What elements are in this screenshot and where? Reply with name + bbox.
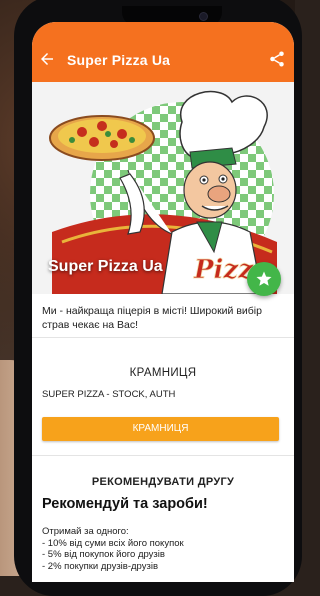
app-bar-title: Super Pizza Ua (67, 52, 171, 68)
favorite-button[interactable] (247, 262, 281, 296)
referral-line: - 5% від покупок його друзів (42, 549, 165, 560)
back-arrow-icon[interactable] (38, 50, 56, 68)
referral-headline: Рекомендуй та зароби! (42, 496, 208, 512)
star-icon (256, 271, 272, 286)
referral-line: - 2% покупки друзів-друзів (42, 560, 158, 572)
hero-title: Super Pizza Ua (48, 258, 163, 275)
app-screen: Super Pizza Ua Pizza Super Pizza Ua Ми -… (32, 22, 294, 582)
referral-line: - 10% від суми всіх його покупок (42, 537, 184, 549)
referral-line: Отримай за одного: (42, 526, 129, 537)
share-icon[interactable] (268, 50, 286, 68)
restaurant-description: Ми - найкраща піцерія в місті! Широкий в… (42, 305, 262, 331)
referral-heading: РЕКОМЕНДУВАТИ ДРУГУ (91, 476, 235, 488)
stores-button[interactable]: КРАМНИЦЯ (42, 417, 279, 441)
store-name: SUPER PIZZA - STOCK, AUTH (42, 389, 176, 400)
stores-heading: КРАМНИЦЯ (129, 367, 197, 379)
divider (32, 455, 294, 456)
app-bar: Super Pizza Ua (32, 22, 294, 82)
referral-terms: Отримай за одного: - 10% від суми всіх й… (42, 526, 184, 572)
divider (32, 337, 294, 338)
